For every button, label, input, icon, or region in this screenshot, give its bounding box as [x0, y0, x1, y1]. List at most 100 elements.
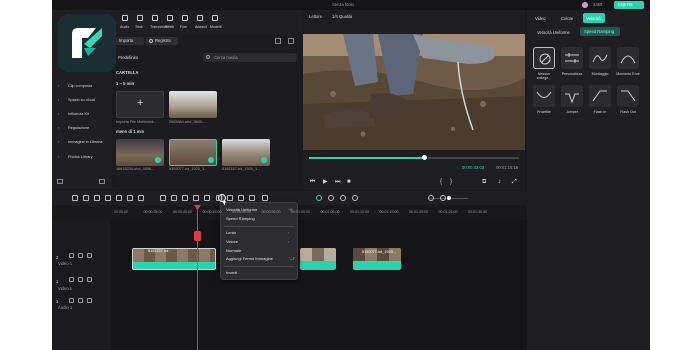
keyframe-icon[interactable] [238, 195, 244, 201]
timeline-clip[interactable] [300, 248, 336, 270]
quality-dropdown[interactable]: 1/4 Qualità [332, 14, 352, 19]
tab-video[interactable]: Video [535, 16, 546, 21]
color-icon[interactable] [160, 195, 166, 201]
toolbar-titles-icon[interactable] [137, 15, 143, 21]
next-frame-icon[interactable]: ⏭ [335, 179, 340, 185]
record-icon [149, 39, 153, 43]
speed-preset-tile[interactable] [617, 85, 639, 107]
check-icon [261, 157, 267, 163]
sidebar-chevron-icon[interactable]: › [58, 84, 59, 88]
undo-icon[interactable] [72, 195, 78, 201]
prev-frame-icon[interactable]: ⏮ [310, 179, 315, 185]
grid-view-icon[interactable] [288, 38, 294, 44]
sidebar-item[interactable]: Regolazione [68, 126, 106, 131]
time-current: 00:00:42:03 [462, 165, 485, 170]
track-lock-icon[interactable] [69, 298, 74, 303]
snap-icon[interactable] [352, 195, 358, 201]
speed-preset-tile[interactable] [561, 85, 583, 107]
toolbar-audio-icon[interactable] [122, 15, 128, 21]
toolbar-transitions-icon[interactable] [152, 15, 158, 21]
clip-thumbnail[interactable] [169, 91, 217, 118]
filter-icon[interactable] [275, 38, 281, 44]
sidebar-chevron-icon[interactable]: › [58, 126, 59, 130]
subtab-uniform-speed[interactable]: Velocità Uniforme [537, 30, 570, 35]
sort-dropdown[interactable]: Predefinito [118, 55, 138, 60]
tab-color[interactable]: Colore [561, 16, 573, 21]
context-menu-item[interactable]: Aggiungi Fermo Immagine [226, 257, 273, 261]
sidebar-chevron-icon[interactable]: › [58, 112, 59, 116]
mark-out-icon[interactable]: } [450, 179, 452, 185]
mark-in-icon[interactable]: { [440, 179, 442, 185]
track-mute-icon[interactable] [87, 298, 92, 303]
playhead-marker[interactable] [194, 231, 201, 241]
ai-cut-icon[interactable] [328, 195, 334, 201]
toolbar-templates-icon[interactable] [212, 15, 218, 21]
magnet-icon[interactable] [316, 195, 322, 201]
avatar[interactable] [582, 2, 588, 8]
stop-icon[interactable]: ■ [347, 179, 351, 185]
track-lock-icon[interactable] [69, 253, 74, 258]
layout-icon[interactable] [440, 195, 446, 201]
marker-icon[interactable] [193, 195, 199, 201]
play-icon[interactable]: ▶ [323, 179, 328, 185]
sidebar-item[interactable]: Clip composta [68, 84, 106, 89]
toolbar-stickers-icon[interactable] [197, 15, 203, 21]
crop-icon[interactable] [116, 195, 122, 201]
track-eye-icon[interactable] [78, 253, 83, 258]
zoom-in-icon[interactable] [428, 195, 434, 201]
context-menu-item[interactable]: Veloce [226, 240, 238, 244]
toolbar-film-label: Film [180, 25, 187, 29]
new-folder-icon[interactable] [57, 179, 63, 184]
speed-preset-tile[interactable] [561, 47, 583, 69]
clip-label: 16815234-uhd_4096... [116, 167, 155, 171]
sidebar-item[interactable]: Immagine in Libreria [68, 140, 106, 145]
more-icon[interactable] [204, 195, 210, 201]
track-lock-icon[interactable] [69, 277, 74, 282]
speed-preset-tile[interactable] [533, 47, 555, 69]
track-mute-icon[interactable] [87, 277, 92, 282]
ai-tool-icon[interactable] [227, 195, 233, 201]
plus-icon: + [137, 97, 144, 109]
cut-icon[interactable] [105, 195, 111, 201]
speed-preset-tile[interactable] [589, 47, 611, 69]
toolbar-film-icon[interactable] [182, 15, 188, 21]
sidebar-chevron-icon[interactable]: › [58, 155, 59, 159]
zoom-slider-handle[interactable] [447, 196, 451, 200]
sidebar-chevron-icon[interactable]: › [58, 140, 59, 144]
text-icon[interactable] [127, 195, 133, 201]
speed-preset-tile[interactable] [589, 85, 611, 107]
collapse-icon[interactable] [99, 179, 105, 184]
snapshot-icon[interactable]: ⧉ [482, 179, 486, 185]
fullscreen-icon[interactable]: ⤢ [512, 179, 517, 185]
split-icon[interactable] [138, 195, 144, 201]
redo-icon[interactable] [83, 195, 89, 201]
track-mute-icon[interactable] [87, 253, 92, 258]
ai-icon[interactable] [171, 195, 177, 201]
speed-preset-tile[interactable] [617, 47, 639, 69]
progress-handle[interactable] [421, 155, 427, 160]
sidebar-item[interactable]: Photos Library [68, 155, 106, 160]
context-menu-item[interactable]: Inverti [226, 271, 237, 275]
check-icon [208, 157, 214, 163]
timeline-clip[interactable] [132, 248, 216, 270]
track-eye-icon[interactable] [78, 298, 83, 303]
zoom-out-icon[interactable] [262, 195, 268, 201]
timeline-clip-label: 5192077-hd_1920... [362, 250, 396, 254]
delete-icon[interactable] [94, 195, 100, 201]
sidebar-item[interactable]: Spazio su cloud [68, 98, 106, 103]
track-eye-icon[interactable] [78, 277, 83, 282]
volume-icon[interactable]: ♪ [498, 179, 501, 185]
context-menu-item[interactable]: Lento [226, 231, 236, 235]
mic-icon[interactable] [340, 195, 346, 201]
speed-preset-tile[interactable] [533, 85, 555, 107]
speed-preset-label: Jumper [566, 110, 578, 114]
sidebar-item[interactable]: Influenza Kit [68, 112, 106, 117]
mask-icon[interactable] [249, 195, 255, 201]
context-menu-item[interactable]: Velocità Uniforme [226, 208, 257, 212]
context-menu-item[interactable]: Speed Ramping [226, 217, 255, 221]
context-menu-item[interactable]: Normale [226, 249, 241, 253]
render-icon[interactable] [216, 195, 222, 201]
sidebar-chevron-icon[interactable]: › [58, 98, 59, 102]
toolbar-effects-icon[interactable] [167, 15, 173, 21]
audio-icon[interactable] [182, 195, 188, 201]
